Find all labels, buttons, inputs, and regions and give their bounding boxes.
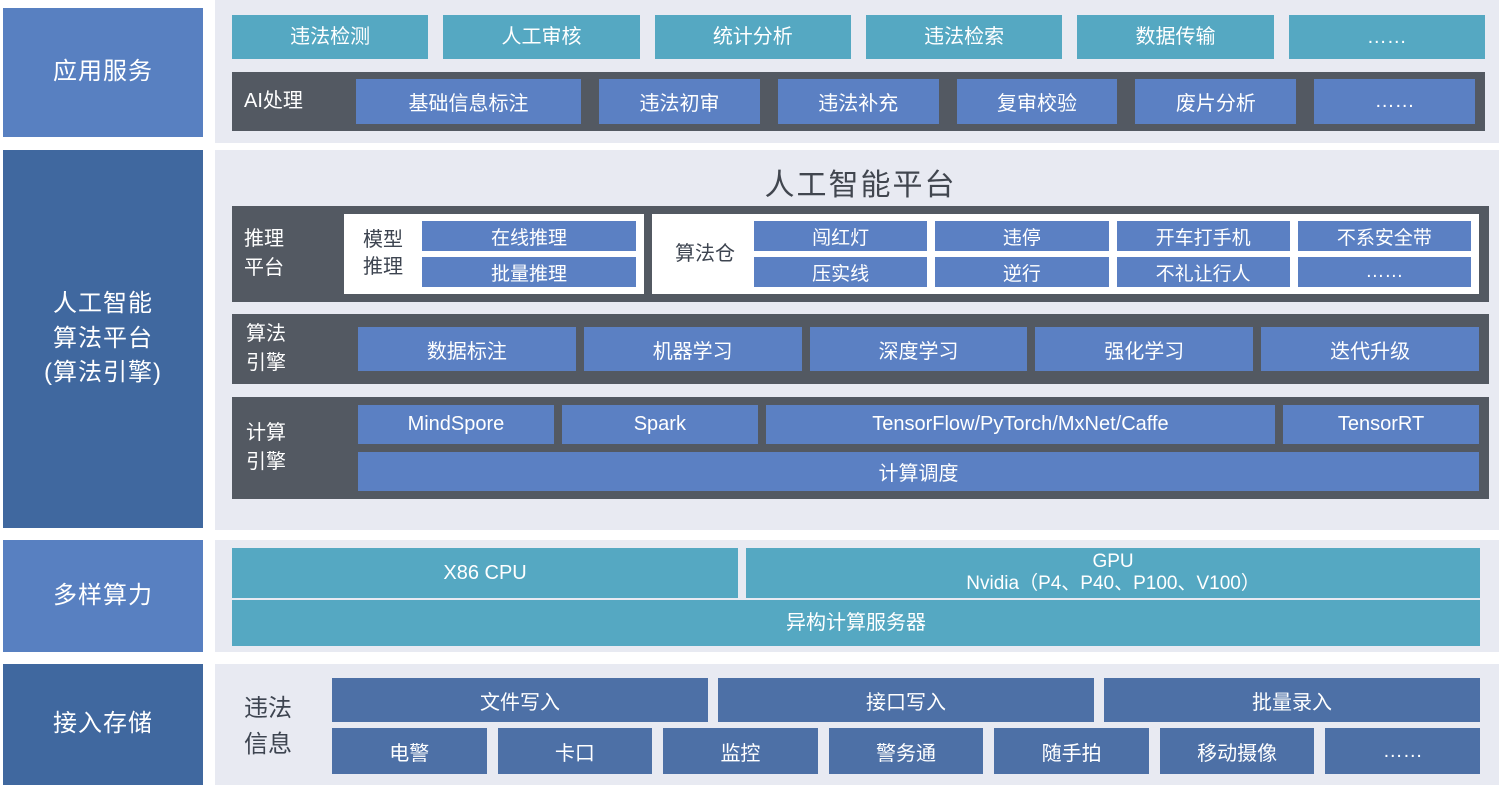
framework-block: Spark xyxy=(562,405,758,444)
source-block-ellipsis: …… xyxy=(1325,728,1480,774)
model-inference-blocks: 在线推理 批量推理 xyxy=(422,221,636,287)
algorithm-block: 压实线 xyxy=(754,257,927,287)
write-block: 批量录入 xyxy=(1104,678,1480,722)
storage-panel: 违法 信息 文件写入 接口写入 批量录入 电警 卡口 监控 警务通 随手拍 移动… xyxy=(215,664,1499,785)
content-storage: 违法 信息 文件写入 接口写入 批量录入 电警 卡口 监控 警务通 随手拍 移动… xyxy=(215,664,1499,785)
ai-block: 废片分析 xyxy=(1135,79,1296,124)
source-block: 卡口 xyxy=(498,728,653,774)
algorithm-engine-bar: 算法 引擎 数据标注 机器学习 深度学习 强化学习 迭代升级 xyxy=(232,314,1489,384)
engine-block: 数据标注 xyxy=(358,327,576,371)
service-block: 人工审核 xyxy=(443,15,639,59)
algorithm-block: 开车打手机 xyxy=(1117,221,1290,251)
computing-power-panel: X86 CPU GPU Nvidia（P4、P40、P100、V100） 异构计… xyxy=(215,540,1499,652)
sidebar-label: 接入存储 xyxy=(53,707,153,742)
source-block: 随手拍 xyxy=(994,728,1149,774)
inference-platform-label: 推理 平台 xyxy=(242,225,344,283)
algorithm-block: 逆行 xyxy=(935,257,1108,287)
service-block: 违法检测 xyxy=(232,15,428,59)
algorithm-store-label: 算法仓 xyxy=(660,241,750,268)
inference-block: 批量推理 xyxy=(422,257,636,287)
content-app-services: 违法检测 人工审核 统计分析 违法检索 数据传输 …… AI处理 基础信息标注 … xyxy=(215,0,1499,150)
compute-engine-blocks: MindSpore Spark TensorFlow/PyTorch/MxNet… xyxy=(358,405,1479,491)
engine-block: 深度学习 xyxy=(810,327,1028,371)
algorithm-block: 不礼让行人 xyxy=(1117,257,1290,287)
compute-scheduler-row: 计算调度 xyxy=(358,452,1479,491)
sidebar-item-computing-power: 多样算力 xyxy=(3,540,203,652)
service-block: 统计分析 xyxy=(655,15,851,59)
compute-engine-label: 计算 引擎 xyxy=(244,419,346,477)
ai-platform-panel: 人工智能平台 推理 平台 模型 推理 在线推理 批量推理 算法仓 闯红灯 xyxy=(215,150,1499,530)
algorithm-store-box: 算法仓 闯红灯 违停 开车打手机 不系安全带 压实线 逆行 不礼让行人 …… xyxy=(652,214,1479,294)
model-inference-box: 模型 推理 在线推理 批量推理 xyxy=(344,214,644,294)
app-services-panel: 违法检测 人工审核 统计分析 违法检索 数据传输 …… AI处理 基础信息标注 … xyxy=(215,0,1499,143)
storage-blocks: 文件写入 接口写入 批量录入 电警 卡口 监控 警务通 随手拍 移动摄像 …… xyxy=(332,678,1480,775)
sidebar-label: 人工智能 算法平台 (算法引擎) xyxy=(44,287,162,391)
sidebar-cell: 人工智能 算法平台 (算法引擎) xyxy=(0,150,215,540)
service-row: 违法检测 人工审核 统计分析 违法检索 数据传输 …… xyxy=(232,15,1485,59)
scheduler-block: 计算调度 xyxy=(358,452,1479,491)
violation-info-label: 违法 信息 xyxy=(232,678,332,775)
sidebar-item-ai-platform: 人工智能 算法平台 (算法引擎) xyxy=(3,150,203,528)
sidebar-cell: 应用服务 xyxy=(0,0,215,150)
source-block: 电警 xyxy=(332,728,487,774)
sidebar-label: 多样算力 xyxy=(53,579,153,614)
algorithm-block: 不系安全带 xyxy=(1298,221,1471,251)
engine-block: 强化学习 xyxy=(1035,327,1253,371)
platform-title: 人工智能平台 xyxy=(232,158,1489,206)
compute-frameworks-row: MindSpore Spark TensorFlow/PyTorch/MxNet… xyxy=(358,405,1479,444)
ai-block: 基础信息标注 xyxy=(356,79,581,124)
hetero-server-block: 异构计算服务器 xyxy=(232,600,1480,646)
ai-block: 复审校验 xyxy=(957,79,1118,124)
write-methods-row: 文件写入 接口写入 批量录入 xyxy=(332,678,1480,722)
source-block: 警务通 xyxy=(829,728,984,774)
framework-block: TensorRT xyxy=(1283,405,1479,444)
service-block: 数据传输 xyxy=(1077,15,1273,59)
sidebar-item-storage: 接入存储 xyxy=(3,664,203,785)
band-ai-platform: 人工智能 算法平台 (算法引擎) 人工智能平台 推理 平台 模型 推理 在线推理… xyxy=(0,150,1499,540)
framework-block: MindSpore xyxy=(358,405,554,444)
algorithm-block: 违停 xyxy=(935,221,1108,251)
sidebar-cell: 多样算力 xyxy=(0,540,215,664)
ai-block: 违法初审 xyxy=(599,79,760,124)
write-block: 接口写入 xyxy=(718,678,1094,722)
cpu-block: X86 CPU xyxy=(232,548,738,598)
gpu-block: GPU Nvidia（P4、P40、P100、V100） xyxy=(746,548,1480,598)
write-block: 文件写入 xyxy=(332,678,708,722)
algorithm-engine-blocks: 数据标注 机器学习 深度学习 强化学习 迭代升级 xyxy=(358,327,1479,371)
algorithm-block-ellipsis: …… xyxy=(1298,257,1471,287)
band-app-services: 应用服务 违法检测 人工审核 统计分析 违法检索 数据传输 …… AI处理 基础… xyxy=(0,0,1499,150)
algorithm-store-blocks: 闯红灯 违停 开车打手机 不系安全带 压实线 逆行 不礼让行人 …… xyxy=(754,221,1471,287)
ai-block-ellipsis: …… xyxy=(1314,79,1475,124)
framework-block: TensorFlow/PyTorch/MxNet/Caffe xyxy=(766,405,1275,444)
content-ai-platform: 人工智能平台 推理 平台 模型 推理 在线推理 批量推理 算法仓 闯红灯 xyxy=(215,150,1499,540)
band-storage: 接入存储 违法 信息 文件写入 接口写入 批量录入 电警 卡口 监控 警务通 xyxy=(0,664,1499,785)
algorithm-block: 闯红灯 xyxy=(754,221,927,251)
model-inference-label: 模型 推理 xyxy=(352,227,414,281)
compute-engine-bar: 计算 引擎 MindSpore Spark TensorFlow/PyTorch… xyxy=(232,397,1489,499)
content-computing-power: X86 CPU GPU Nvidia（P4、P40、P100、V100） 异构计… xyxy=(215,540,1499,664)
service-block-ellipsis: …… xyxy=(1289,15,1485,59)
sidebar-label: 应用服务 xyxy=(53,55,153,90)
inference-block: 在线推理 xyxy=(422,221,636,251)
data-sources-row: 电警 卡口 监控 警务通 随手拍 移动摄像 …… xyxy=(332,728,1480,774)
source-block: 监控 xyxy=(663,728,818,774)
architecture-diagram: 应用服务 违法检测 人工审核 统计分析 违法检索 数据传输 …… AI处理 基础… xyxy=(0,0,1499,785)
ai-processing-bar: AI处理 基础信息标注 违法初审 违法补充 复审校验 废片分析 …… xyxy=(232,72,1485,131)
engine-block: 机器学习 xyxy=(584,327,802,371)
sidebar-item-app-services: 应用服务 xyxy=(3,8,203,137)
hardware-row: X86 CPU GPU Nvidia（P4、P40、P100、V100） xyxy=(232,548,1480,598)
service-block: 违法检索 xyxy=(866,15,1062,59)
ai-block: 违法补充 xyxy=(778,79,939,124)
sidebar-cell: 接入存储 xyxy=(0,664,215,785)
algorithm-engine-label: 算法 引擎 xyxy=(244,320,346,378)
source-block: 移动摄像 xyxy=(1160,728,1315,774)
engine-block: 迭代升级 xyxy=(1261,327,1479,371)
ai-processing-label: AI处理 xyxy=(244,87,348,116)
ai-processing-blocks: 基础信息标注 违法初审 违法补充 复审校验 废片分析 …… xyxy=(356,79,1475,124)
band-computing-power: 多样算力 X86 CPU GPU Nvidia（P4、P40、P100、V100… xyxy=(0,540,1499,664)
inference-platform-bar: 推理 平台 模型 推理 在线推理 批量推理 算法仓 闯红灯 违停 开 xyxy=(232,206,1489,302)
